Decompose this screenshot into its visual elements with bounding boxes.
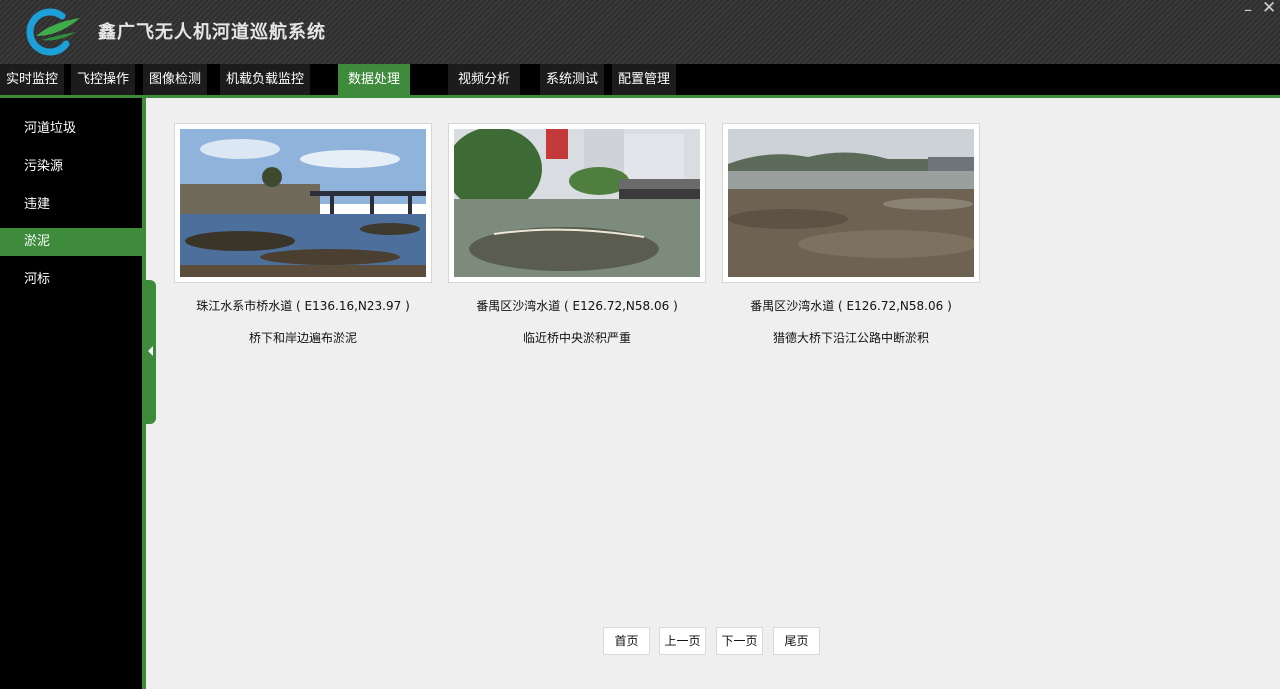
sidebar-item-river-marker[interactable]: 河标 <box>0 266 142 294</box>
content-area: 珠江水系市桥水道 ( E136.16,N23.97 ) 桥下和岸边遍布淤泥 番禺… <box>146 98 1280 689</box>
sidebar: 河道垃圾 污染源 违建 淤泥 河标 <box>0 98 142 689</box>
menu-item-realtime-monitor[interactable]: 实时监控 <box>0 64 65 95</box>
prev-page-button[interactable]: 上一页 <box>659 627 706 655</box>
river-photo-image <box>454 129 700 277</box>
sidebar-item-pollution-source[interactable]: 污染源 <box>0 153 142 181</box>
title-bar: 鑫广飞无人机河道巡航系统 – ✕ <box>0 0 1280 64</box>
menu-item-payload-monitor[interactable]: 机载负载监控 <box>220 64 311 95</box>
gallery-card: 番禺区沙湾水道 ( E126.72,N58.06 ) 临近桥中央淤积严重 <box>448 123 706 346</box>
menu-item-image-detection[interactable]: 图像检测 <box>143 64 208 95</box>
minimize-button[interactable]: – <box>1244 0 1252 19</box>
next-page-button[interactable]: 下一页 <box>716 627 763 655</box>
close-button[interactable]: ✕ <box>1262 0 1276 18</box>
gallery-card: 珠江水系市桥水道 ( E136.16,N23.97 ) 桥下和岸边遍布淤泥 <box>174 123 432 346</box>
sidebar-item-silt[interactable]: 淤泥 <box>0 228 142 256</box>
card-thumbnail[interactable] <box>448 123 706 283</box>
first-page-button[interactable]: 首页 <box>603 627 650 655</box>
card-thumbnail[interactable] <box>174 123 432 283</box>
card-thumbnail[interactable] <box>722 123 980 283</box>
river-photo-image <box>180 129 426 277</box>
card-caption: 珠江水系市桥水道 ( E136.16,N23.97 ) <box>196 299 410 313</box>
chevron-left-icon <box>148 346 153 356</box>
gallery-card: 番禺区沙湾水道 ( E126.72,N58.06 ) 猎德大桥下沿江公路中断淤积 <box>722 123 980 346</box>
card-caption: 番禺区沙湾水道 ( E126.72,N58.06 ) <box>476 299 678 313</box>
app-title: 鑫广飞无人机河道巡航系统 <box>98 22 326 43</box>
menu-item-system-test[interactable]: 系统测试 <box>540 64 605 95</box>
card-description: 猎德大桥下沿江公路中断淤积 <box>772 331 929 345</box>
card-description: 临近桥中央淤积严重 <box>522 331 631 345</box>
card-description: 桥下和岸边遍布淤泥 <box>248 331 357 345</box>
menu-item-flight-control[interactable]: 飞控操作 <box>71 64 136 95</box>
sidebar-item-river-garbage[interactable]: 河道垃圾 <box>0 115 142 143</box>
last-page-button[interactable]: 尾页 <box>773 627 820 655</box>
main-menu: 实时监控 飞控操作 图像检测 机载负载监控 数据处理 视频分析 系统测试 配置管… <box>0 64 1280 95</box>
card-caption: 番禺区沙湾水道 ( E126.72,N58.06 ) <box>750 299 952 313</box>
menu-item-video-analysis[interactable]: 视频分析 <box>448 64 521 95</box>
sidebar-item-illegal-building[interactable]: 违建 <box>0 191 142 219</box>
menu-item-data-processing[interactable]: 数据处理 <box>338 64 411 95</box>
app-logo-icon <box>26 8 80 56</box>
menu-item-config-management[interactable]: 配置管理 <box>612 64 677 95</box>
sidebar-collapse-toggle[interactable] <box>145 280 156 424</box>
river-photo-image <box>728 129 974 277</box>
